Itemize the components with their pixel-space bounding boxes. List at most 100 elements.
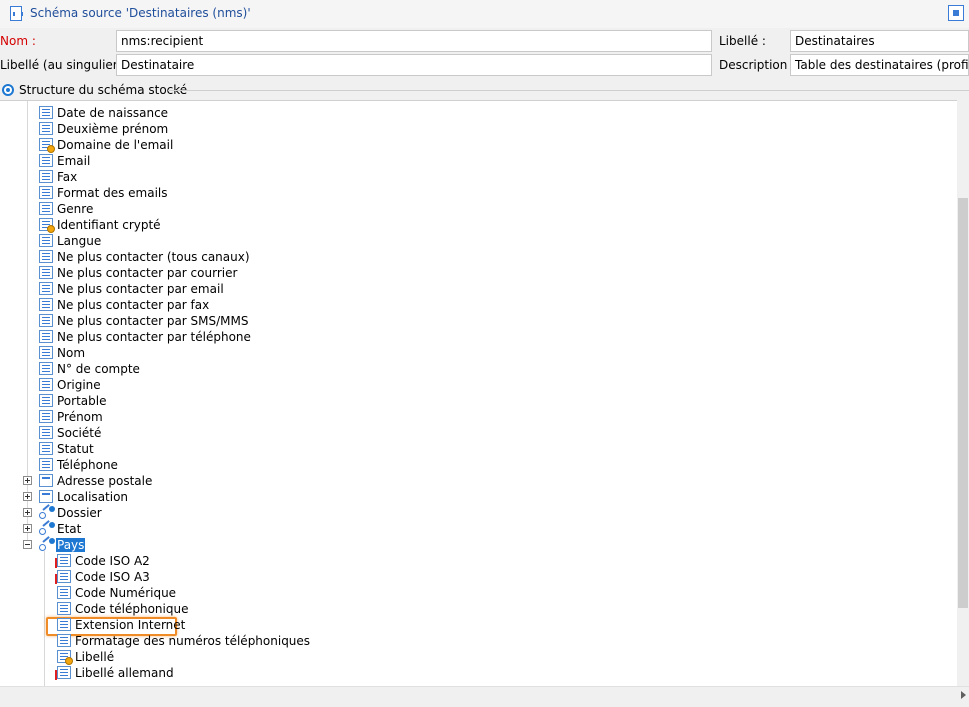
libelle-singulier-label: Libellé (au singulier) :	[0, 58, 131, 72]
tree-node-label[interactable]: Identifiant crypté	[56, 218, 162, 232]
expand-icon[interactable]	[23, 508, 32, 517]
expand-icon[interactable]	[23, 524, 32, 533]
libelle-label: Libellé :	[719, 34, 766, 48]
tree-node-label[interactable]: Téléphone	[56, 458, 119, 472]
tree-node[interactable]: Identifiant crypté	[0, 217, 940, 233]
maximize-icon[interactable]	[948, 5, 964, 21]
tree-node[interactable]: Deuxième prénom	[0, 121, 940, 137]
tree-node[interactable]: Portable	[0, 393, 940, 409]
attribute-icon	[39, 234, 53, 247]
tree-node-label[interactable]: N° de compte	[56, 362, 141, 376]
expand-icon[interactable]	[23, 476, 32, 485]
tree-node[interactable]: Code Numérique	[0, 585, 940, 601]
tree-node-label[interactable]: Formatage des numéros téléphoniques	[74, 634, 311, 648]
tree-node[interactable]: Domaine de l'email	[0, 137, 940, 153]
libelle-singulier-field[interactable]: Destinataire	[116, 54, 712, 76]
title-bar: Schéma source 'Destinataires (nms)'	[0, 0, 969, 28]
tree-node[interactable]: Format des emails	[0, 185, 940, 201]
form-row-nom: Nom : nms:recipient Libellé : Destinatai…	[0, 30, 969, 52]
tree-node[interactable]: Société	[0, 425, 940, 441]
attribute-icon	[39, 170, 53, 183]
tree-node-label[interactable]: Société	[56, 426, 102, 440]
tree-node-label[interactable]: Deuxième prénom	[56, 122, 169, 136]
tree-node-label[interactable]: Nom	[56, 346, 86, 360]
collapse-icon[interactable]	[23, 540, 32, 549]
tree-node-label[interactable]: Date de naissance	[56, 106, 169, 120]
tree-node[interactable]: Nom	[0, 345, 940, 361]
tree-node[interactable]: Origine	[0, 377, 940, 393]
tree-node-label[interactable]: Fax	[56, 170, 78, 184]
attribute-icon	[39, 378, 53, 391]
tree-node-label[interactable]: Code ISO A3	[74, 570, 151, 584]
tree-node-label[interactable]: Etat	[56, 522, 82, 536]
tree-node-label[interactable]: Domaine de l'email	[56, 138, 174, 152]
tree-node[interactable]: Libellé allemand	[0, 665, 940, 681]
tree-node[interactable]: Code ISO A2	[0, 553, 940, 569]
tree-node[interactable]: Ne plus contacter (tous canaux)	[0, 249, 940, 265]
vertical-scrollbar-thumb[interactable]	[958, 198, 968, 608]
tree-node-label[interactable]: Langue	[56, 234, 102, 248]
nom-field[interactable]: nms:recipient	[116, 30, 712, 52]
tree-node[interactable]: Formatage des numéros téléphoniques	[0, 633, 940, 649]
expand-icon[interactable]	[23, 492, 32, 501]
tree-node[interactable]: Ne plus contacter par courrier	[0, 265, 940, 281]
tree-node[interactable]: Localisation	[0, 489, 940, 505]
tree-node[interactable]: Code téléphonique	[0, 601, 940, 617]
tree-node[interactable]: Pays	[0, 536, 940, 553]
tree-node-label[interactable]: Ne plus contacter par email	[56, 282, 225, 296]
tree-node-label[interactable]: Ne plus contacter (tous canaux)	[56, 250, 251, 264]
tree-node[interactable]: Langue	[0, 233, 940, 249]
tree-node-label[interactable]: Code ISO A2	[74, 554, 151, 568]
tree-node[interactable]: Dossier	[0, 504, 940, 521]
tree-node[interactable]: Libellé	[0, 649, 940, 665]
tree-node-label[interactable]: Libellé	[74, 650, 115, 664]
tree-node-label[interactable]: Origine	[56, 378, 102, 392]
scroll-right-icon[interactable]	[961, 691, 966, 699]
structure-section-header[interactable]: Structure du schéma stocké	[0, 82, 969, 98]
tree-node-label[interactable]: Portable	[56, 394, 107, 408]
tree-node[interactable]: Ne plus contacter par fax	[0, 297, 940, 313]
vertical-scrollbar[interactable]	[957, 100, 969, 686]
tree-node-label[interactable]: Statut	[56, 442, 95, 456]
tree-node-label[interactable]: Prénom	[56, 410, 104, 424]
description-label: Description :	[719, 58, 796, 72]
tree-node-label[interactable]: Format des emails	[56, 186, 169, 200]
tree-node[interactable]: Email	[0, 153, 940, 169]
tree-node-label[interactable]: Code Numérique	[74, 586, 177, 600]
tree-node[interactable]: Prénom	[0, 409, 940, 425]
tree-node-label[interactable]: Extension Internet	[74, 618, 186, 632]
attribute-icon	[57, 618, 71, 631]
tree-node[interactable]: Ne plus contacter par email	[0, 281, 940, 297]
tree-node-label[interactable]: Pays	[56, 538, 86, 552]
tree-node[interactable]: Ne plus contacter par téléphone	[0, 329, 940, 345]
tree-node-label[interactable]: Ne plus contacter par SMS/MMS	[56, 314, 250, 328]
schema-tree[interactable]: Date de naissance Deuxième prénom Domaine …	[0, 100, 969, 686]
tree-node-label[interactable]: Libellé allemand	[74, 666, 175, 680]
tree-node[interactable]: Téléphone	[0, 457, 940, 473]
tree-node-label[interactable]: Localisation	[56, 490, 129, 504]
attribute-icon	[39, 314, 53, 327]
tree-node[interactable]: Ne plus contacter par SMS/MMS	[0, 313, 940, 329]
tree-node[interactable]: Date de naissance	[0, 105, 940, 121]
tree-node-label[interactable]: Code téléphonique	[74, 602, 189, 616]
tree-node[interactable]: Extension Internet	[0, 617, 940, 633]
tree-node[interactable]: N° de compte	[0, 361, 940, 377]
tree-node[interactable]: Fax	[0, 169, 940, 185]
tree-node-label[interactable]: Ne plus contacter par téléphone	[56, 330, 252, 344]
attribute-icon	[57, 634, 71, 647]
tree-node-label[interactable]: Genre	[56, 202, 94, 216]
tree-node-label[interactable]: Ne plus contacter par courrier	[56, 266, 238, 280]
tree-node[interactable]: Etat	[0, 520, 940, 537]
eye-icon[interactable]	[2, 84, 14, 96]
tree-node-label[interactable]: Ne plus contacter par fax	[56, 298, 210, 312]
libelle-field[interactable]: Destinataires	[790, 30, 969, 52]
description-field[interactable]: Table des destinataires (profils)	[790, 54, 969, 76]
tree-node-label[interactable]: Email	[56, 154, 91, 168]
tree-node[interactable]: Code ISO A3	[0, 569, 940, 585]
tree-node[interactable]: Statut	[0, 441, 940, 457]
tree-node[interactable]: Genre	[0, 201, 940, 217]
tree-node[interactable]: Adresse postale	[0, 473, 940, 489]
tree-node-label[interactable]: Dossier	[56, 506, 103, 520]
horizontal-scrollbar[interactable]	[0, 686, 969, 702]
tree-node-label[interactable]: Adresse postale	[56, 474, 153, 488]
